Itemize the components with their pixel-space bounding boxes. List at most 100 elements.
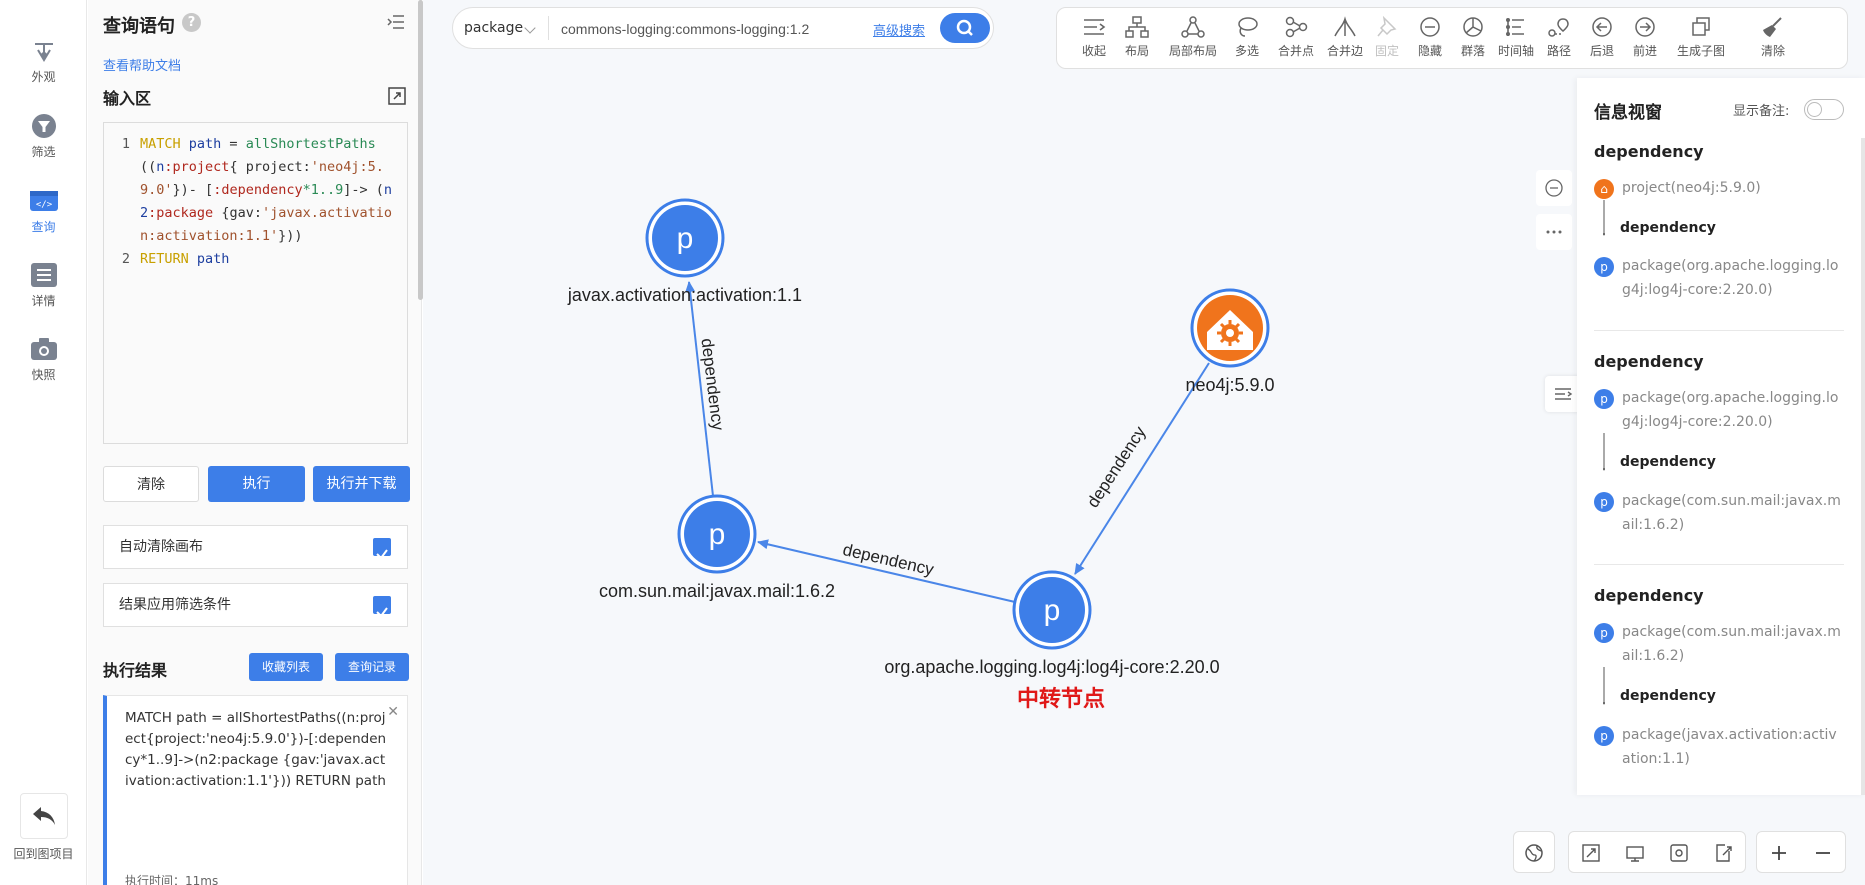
nav-label-details: 详情 <box>31 294 56 308</box>
line-number: 2 <box>121 251 131 267</box>
tool-merge-edges[interactable]: 合并边 <box>1322 16 1368 59</box>
export-icon[interactable] <box>1713 843 1733 863</box>
help-doc-link[interactable]: 查看帮助文档 <box>103 55 181 74</box>
tool-label: 固定 <box>1374 44 1399 58</box>
search-button[interactable] <box>940 13 990 43</box>
chevron-down-icon[interactable] <box>524 22 536 34</box>
search-input[interactable] <box>561 18 861 40</box>
auto-clear-label: 自动清除画布 <box>119 539 203 555</box>
nav-label-filter: 筛选 <box>31 145 56 159</box>
nav-item-query[interactable]: </> 查询 <box>0 188 87 235</box>
info-title: 信息视窗 <box>1594 103 1662 123</box>
community-icon <box>1463 17 1483 37</box>
screen-icon[interactable] <box>1625 843 1645 863</box>
search-type-select[interactable]: package <box>464 20 523 36</box>
edge-label: dependency <box>697 337 727 432</box>
result-card[interactable]: ✕ MATCH path = allShortestPaths((n:proje… <box>103 695 408 885</box>
code-token: { <box>229 159 238 175</box>
info-to-node[interactable]: p package(javax.activation:activation:1.… <box>1594 723 1844 771</box>
tool-label: 路径 <box>1546 44 1571 58</box>
graph-node-mail[interactable]: p com.sun.mail:javax.mail:1.6.2 <box>599 494 835 601</box>
check-icon <box>376 549 388 560</box>
auto-clear-checkbox[interactable] <box>373 538 391 560</box>
back-to-project-button[interactable] <box>20 793 68 839</box>
nav-item-snapshot[interactable]: 快照 <box>0 336 87 383</box>
pin-icon <box>1377 16 1397 37</box>
package-icon: p <box>1594 726 1614 746</box>
zoom-in-icon[interactable] <box>1769 843 1789 863</box>
tool-collapse[interactable]: 收起 <box>1071 16 1117 59</box>
graph-node-neo4j[interactable]: neo4j:5.9.0 <box>1185 288 1275 395</box>
apply-filter-label: 结果应用筛选条件 <box>119 597 231 613</box>
tool-layout[interactable]: 布局 <box>1114 16 1160 59</box>
minus-circle-icon <box>1545 179 1563 197</box>
more-icon <box>1546 230 1562 234</box>
nav-item-details[interactable]: 详情 <box>0 262 87 309</box>
tool-label: 群落 <box>1460 44 1485 58</box>
tool-multi-select[interactable]: 多选 <box>1224 16 1270 59</box>
code-token: RETURN <box>140 251 189 267</box>
collapse-menu-icon[interactable] <box>387 14 405 30</box>
info-from-node[interactable]: ⌂ project(neo4j:5.9.0) <box>1594 176 1844 200</box>
code-token: :project <box>164 159 230 175</box>
info-node-text: project(neo4j:5.9.0) <box>1622 180 1761 196</box>
execute-download-button[interactable]: 执行并下载 <box>313 466 410 502</box>
tool-timeline[interactable]: 时间轴 <box>1493 16 1539 59</box>
nav-label-query: 查询 <box>31 220 56 234</box>
expand-icon[interactable] <box>388 87 406 105</box>
tool-subgraph[interactable]: 生成子图 <box>1671 16 1731 59</box>
center-focus-icon[interactable] <box>1669 843 1689 863</box>
tool-hide[interactable]: 隐藏 <box>1407 16 1453 59</box>
history-button[interactable]: 查询记录 <box>335 653 409 681</box>
info-from-node[interactable]: p package(com.sun.mail:javax.mail:1.6.2) <box>1594 620 1844 668</box>
graph-node-javax[interactable]: p javax.activation:activation:1.1 <box>567 198 802 305</box>
tool-pin[interactable]: 固定 <box>1364 16 1410 59</box>
favorites-button[interactable]: 收藏列表 <box>249 653 323 681</box>
tool-local-layout[interactable]: 局部布局 <box>1163 16 1223 59</box>
execute-button[interactable]: 执行 <box>208 466 305 502</box>
graph-node-log4j[interactable]: p org.apache.logging.log4j:log4j-core:2.… <box>884 570 1220 677</box>
node-label: org.apache.logging.log4j:log4j-core:2.20… <box>884 657 1219 677</box>
code-token: })) <box>278 228 303 244</box>
search-bar: package 高级搜索 <box>452 7 994 49</box>
undo-arrow-icon <box>33 807 55 825</box>
clear-button[interactable]: 清除 <box>103 466 199 502</box>
tool-path[interactable]: 路径 <box>1536 16 1582 59</box>
show-remark-toggle[interactable] <box>1804 99 1844 120</box>
nav-item-filter[interactable]: 筛选 <box>0 113 87 160</box>
tool-clear[interactable]: 清除 <box>1750 16 1796 59</box>
zoom-out-icon[interactable] <box>1813 843 1833 863</box>
info-to-node[interactable]: p package(org.apache.logging.log4j:log4j… <box>1594 254 1844 302</box>
search-icon <box>956 19 973 36</box>
zoom-out-side-button[interactable] <box>1536 170 1572 206</box>
tool-forward[interactable]: 前进 <box>1622 16 1668 59</box>
help-question-icon[interactable]: ? <box>182 13 201 32</box>
collapse-icon <box>1555 388 1573 400</box>
tool-community[interactable]: 群落 <box>1450 16 1496 59</box>
globe-icon[interactable] <box>1524 843 1544 863</box>
info-section-title: dependency <box>1594 586 1704 605</box>
code-token: = <box>221 136 238 152</box>
fit-view-icon[interactable] <box>1581 843 1601 863</box>
advanced-search-link[interactable]: 高级搜索 <box>873 20 925 39</box>
tool-label: 隐藏 <box>1417 44 1442 58</box>
info-scrollbar[interactable] <box>1861 138 1865 795</box>
code-token: })- <box>172 182 197 198</box>
more-button[interactable] <box>1536 214 1572 250</box>
node-label: neo4j:5.9.0 <box>1185 375 1274 395</box>
info-panel-toggle[interactable] <box>1545 376 1581 412</box>
nav-item-appearance[interactable]: 外观 <box>0 38 87 85</box>
hide-icon <box>1420 17 1440 37</box>
local-layout-icon <box>1181 16 1205 38</box>
code-token: [ <box>205 182 214 198</box>
query-editor[interactable]: 1 MATCH path = allShortestPaths((n:proje… <box>103 122 408 444</box>
node-glyph: p <box>709 518 726 551</box>
close-icon[interactable]: ✕ <box>387 702 399 723</box>
filter-icon <box>31 114 56 138</box>
info-from-node[interactable]: p package(org.apache.logging.log4j:log4j… <box>1594 386 1844 434</box>
apply-filter-checkbox[interactable] <box>373 596 391 618</box>
info-to-node[interactable]: p package(com.sun.mail:javax.mail:1.6.2) <box>1594 489 1844 537</box>
tool-back[interactable]: 后退 <box>1579 16 1625 59</box>
tool-merge-nodes[interactable]: 合并点 <box>1273 16 1319 59</box>
code-token: :dependency <box>213 182 303 198</box>
